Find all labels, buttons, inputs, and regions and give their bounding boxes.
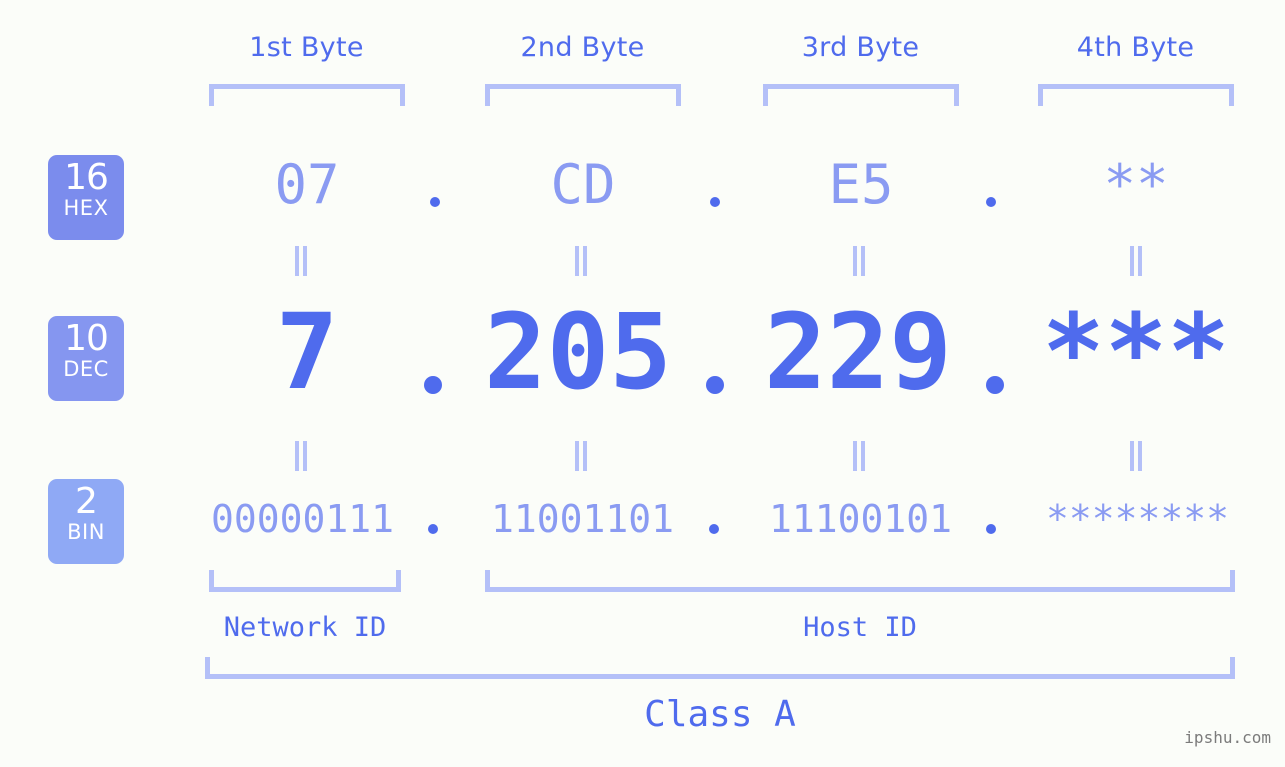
dec-separator-dot-1 [424, 376, 442, 394]
base-badge-bin: 2 BIN [48, 479, 124, 564]
bin-octet-3: 11100101 [768, 497, 953, 541]
site-watermark: ipshu.com [1184, 728, 1271, 747]
dec-octet-3: 229 [764, 291, 952, 413]
equals-marker-hex-dec-4 [1128, 246, 1144, 276]
bin-separator-dot-1 [428, 524, 438, 534]
equals-marker-dec-bin-4 [1128, 441, 1144, 471]
base-badge-hex: 16 HEX [48, 155, 124, 240]
base-badge-dec-number: 10 [64, 318, 109, 359]
hex-octet-4: ** [1103, 153, 1169, 216]
equals-marker-dec-bin-3 [851, 441, 867, 471]
ip-address-breakdown-diagram: 1st Byte 2nd Byte 3rd Byte 4th Byte 16 H… [0, 0, 1285, 767]
base-badge-dec: 10 DEC [48, 316, 124, 401]
byte-header-2: 2nd Byte [520, 32, 645, 63]
dec-octet-1: 7 [275, 291, 339, 413]
bin-octet-1: 00000111 [210, 497, 395, 541]
byte-bracket-top-3 [763, 84, 959, 106]
byte-header-3: 3rd Byte [801, 32, 920, 63]
hex-octet-2: CD [550, 153, 616, 216]
hex-separator-dot-1 [430, 197, 440, 207]
base-badge-bin-name: BIN [67, 520, 105, 544]
hex-octet-3: E5 [828, 153, 894, 216]
class-bracket [205, 657, 1235, 679]
bin-octet-2: 11001101 [490, 497, 675, 541]
hex-octet-1: 07 [274, 153, 340, 216]
equals-marker-hex-dec-3 [851, 246, 867, 276]
host-id-label: Host ID [803, 612, 917, 643]
dec-octet-4: *** [1042, 291, 1230, 413]
hex-separator-dot-2 [710, 197, 720, 207]
bin-separator-dot-3 [986, 524, 996, 534]
bin-separator-dot-2 [709, 524, 719, 534]
host-id-bracket [485, 570, 1235, 592]
byte-header-4: 4th Byte [1076, 32, 1195, 63]
dec-separator-dot-3 [986, 376, 1004, 394]
equals-marker-hex-dec-1 [293, 246, 309, 276]
base-badge-bin-number: 2 [75, 481, 98, 522]
equals-marker-dec-bin-1 [293, 441, 309, 471]
equals-marker-dec-bin-2 [573, 441, 589, 471]
dec-separator-dot-2 [706, 376, 724, 394]
base-badge-hex-name: HEX [63, 196, 109, 220]
class-label: Class A [644, 694, 796, 735]
base-badge-hex-number: 16 [64, 157, 109, 198]
equals-marker-hex-dec-2 [573, 246, 589, 276]
byte-bracket-top-1 [209, 84, 405, 106]
base-badge-dec-name: DEC [63, 357, 109, 381]
bin-octet-4: ******** [1045, 497, 1230, 541]
dec-octet-2: 205 [484, 291, 672, 413]
byte-bracket-top-4 [1038, 84, 1234, 106]
hex-separator-dot-3 [986, 197, 996, 207]
byte-bracket-top-2 [485, 84, 681, 106]
network-id-bracket [209, 570, 401, 592]
byte-header-1: 1st Byte [249, 32, 364, 63]
network-id-label: Network ID [223, 612, 387, 643]
